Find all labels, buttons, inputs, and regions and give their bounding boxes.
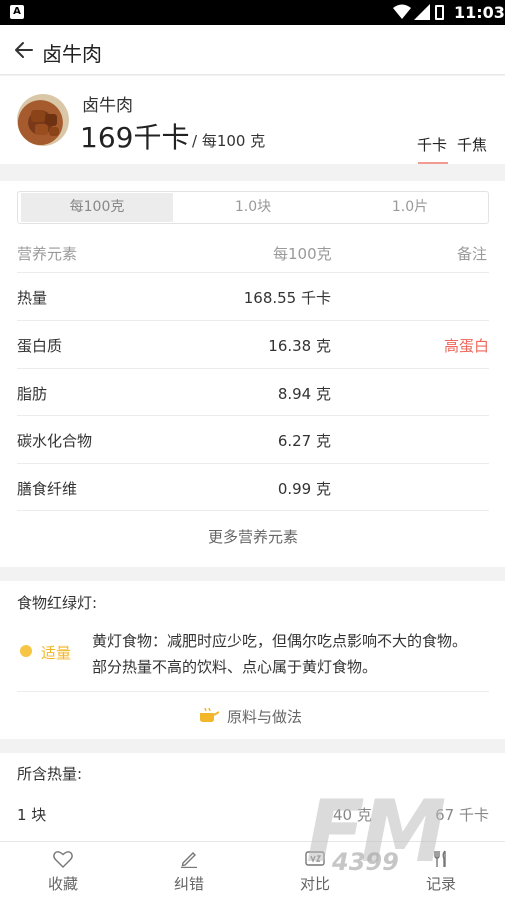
tab-per-piece[interactable]: 1.0块 — [178, 192, 328, 223]
nutrient-name: 蛋白质 — [17, 337, 63, 355]
tab-per-100g[interactable]: 每100克 — [21, 193, 173, 222]
column-header-note: 备注 — [457, 245, 488, 263]
nutrient-value: 0.99 克 — [277, 480, 331, 498]
recipe-label: 原料与做法 — [227, 708, 303, 726]
column-header-per-100g: 每100克 — [273, 245, 332, 263]
table-row: 脂肪 8.94 克 — [17, 368, 489, 416]
nutrient-note: 高蛋白 — [443, 337, 489, 355]
table-row: 蛋白质 16.38 克 高蛋白 — [17, 320, 489, 368]
nutrient-value: 16.38 克 — [268, 337, 331, 355]
record-label: 记录 — [425, 875, 456, 893]
record-icon — [434, 850, 446, 867]
recipe-button[interactable]: 原料与做法 — [17, 691, 489, 739]
table-row: 膳食纤维 0.99 克 — [17, 463, 489, 511]
calories-title: 所含热量: — [17, 765, 83, 783]
compare-button[interactable]: 对比 — [252, 842, 378, 899]
yellow-dot-icon — [20, 645, 32, 657]
cooking-pot-icon — [200, 707, 219, 722]
nutrient-name: 膳食纤维 — [17, 480, 78, 498]
serving-tabs: 每100克 1.0块 1.0片 — [17, 191, 489, 224]
report-error-button[interactable]: 纠错 — [126, 842, 252, 899]
more-nutrients-button[interactable]: 更多营养元素 — [17, 510, 489, 560]
unit-toggle-kj[interactable]: 千焦 — [457, 134, 487, 155]
food-image — [17, 94, 69, 146]
nutrient-name: 热量 — [17, 289, 48, 307]
pencil-icon — [181, 852, 197, 868]
bottom-navigation: 收藏 纠错 对比 记录 — [0, 841, 505, 899]
nutrition-card: 每100克 1.0块 1.0片 营养元素 每100克 备注 热量 168.55 … — [0, 181, 505, 567]
traffic-light-description: 黄灯食物：减肥时应少吃，但偶尔吃点影响不大的食物。部分热量不高的饮料、点心属于黄… — [92, 632, 468, 676]
favorite-label: 收藏 — [47, 875, 78, 893]
more-nutrients-label: 更多营养元素 — [207, 528, 298, 546]
nutrient-value: 6.27 克 — [277, 432, 331, 450]
heart-icon — [53, 851, 73, 868]
calories-card: 所含热量: 1 块 40 克 67 千卡 — [0, 753, 505, 853]
column-header-nutrient: 营养元素 — [17, 245, 78, 263]
tab-per-slice[interactable]: 1.0片 — [333, 192, 487, 223]
compare-icon — [305, 851, 325, 866]
traffic-light-level: 适量 — [41, 644, 72, 662]
traffic-light-title: 食物红绿灯: — [17, 594, 98, 612]
nutrient-name: 脂肪 — [17, 385, 48, 403]
traffic-light-card: 食物红绿灯: 适量 黄灯食物：减肥时应少吃，但偶尔吃点影响不大的食物。部分热量不… — [0, 581, 505, 739]
nutrient-value: 8.94 克 — [277, 385, 331, 403]
unit-selected-indicator — [418, 162, 448, 164]
wifi-icon — [393, 4, 411, 19]
page-title: 卤牛肉 — [42, 42, 102, 66]
back-arrow-icon[interactable] — [14, 40, 34, 60]
signal-icon — [414, 4, 430, 20]
serving-calories: 67 千卡 — [435, 806, 489, 824]
food-calories: 169千卡 — [80, 121, 190, 154]
table-row: 热量 168.55 千卡 — [17, 272, 489, 320]
notification-icon: A — [10, 5, 24, 19]
compare-label: 对比 — [299, 875, 330, 893]
food-header: 卤牛肉 169千卡 / 每100 克 千卡 千焦 — [0, 76, 505, 164]
top-bar: 卤牛肉 — [0, 25, 505, 75]
nutrient-name: 碳水化合物 — [17, 432, 93, 450]
table-row: 碳水化合物 6.27 克 — [17, 415, 489, 463]
status-time: 11:03 — [454, 3, 505, 22]
battery-icon — [435, 5, 444, 20]
nutrient-value: 168.55 千卡 — [243, 289, 331, 307]
unit-toggle-kcal[interactable]: 千卡 — [417, 134, 447, 155]
status-bar: A 11:03 — [0, 0, 505, 25]
report-error-label: 纠错 — [173, 875, 204, 893]
food-name: 卤牛肉 — [82, 96, 133, 116]
food-per-unit: / 每100 克 — [192, 132, 266, 150]
list-item: 1 块 40 克 67 千卡 — [17, 793, 489, 841]
favorite-button[interactable]: 收藏 — [0, 842, 126, 899]
serving-name: 1 块 — [17, 806, 47, 824]
serving-weight: 40 克 — [333, 806, 372, 824]
record-button[interactable]: 记录 — [378, 842, 504, 899]
